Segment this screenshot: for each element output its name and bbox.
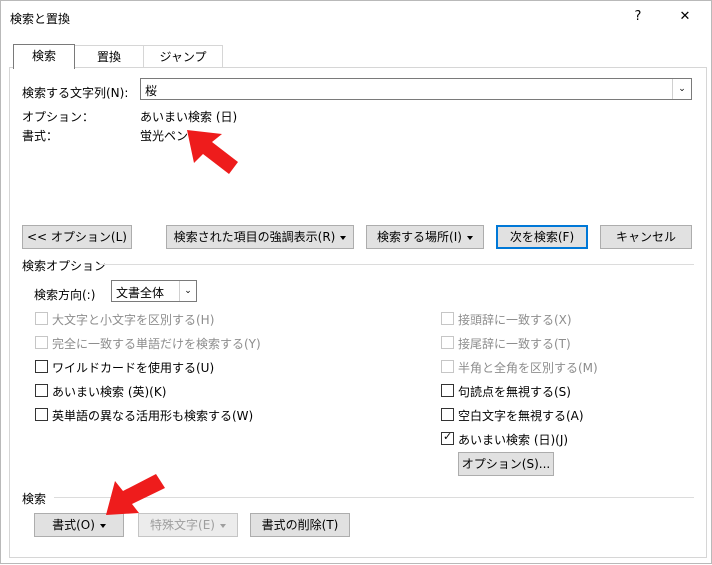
arrow-icon bbox=[187, 130, 238, 174]
arrow-icon bbox=[106, 474, 165, 515]
tab-find[interactable]: 検索 bbox=[13, 44, 75, 69]
arrow-to-format-value bbox=[187, 130, 238, 174]
annotation-arrows bbox=[106, 130, 238, 515]
find-replace-dialog: 検索と置換 ? ✕ 検索 置換 ジャンプ 検索する文字列(N): 桜 ⌄ オプシ… bbox=[0, 0, 712, 564]
arrow-to-format-button bbox=[106, 474, 165, 515]
